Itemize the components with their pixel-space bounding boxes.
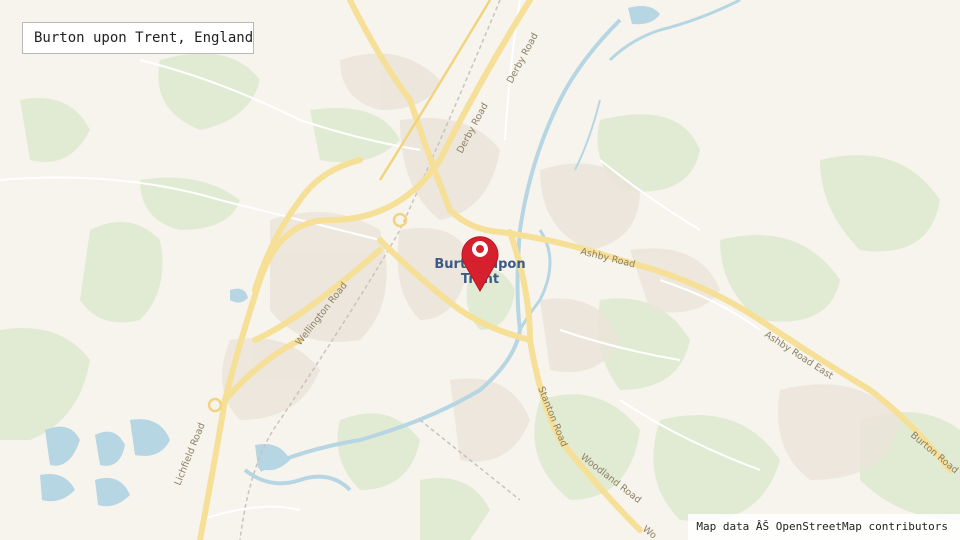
map-view[interactable]: Derby Road Derby Road Wellington Road As… [0, 0, 960, 540]
location-title-box: Burton upon Trent, England [22, 22, 254, 54]
map-canvas[interactable]: Derby Road Derby Road Wellington Road As… [0, 0, 960, 540]
pin-center [476, 245, 484, 253]
map-attribution: Map data ÂŠ OpenStreetMap contributors [688, 514, 960, 540]
attribution-text: Map data ÂŠ OpenStreetMap contributors [696, 520, 948, 533]
location-title: Burton upon Trent, England [34, 30, 254, 46]
